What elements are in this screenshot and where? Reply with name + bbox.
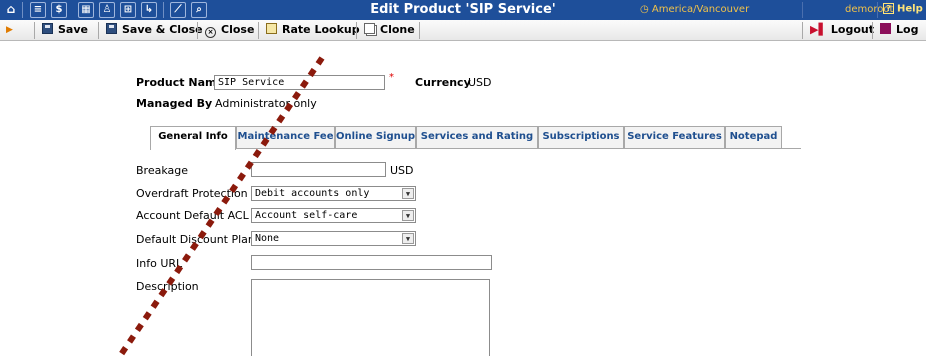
rate-lookup-button[interactable]: Rate Lookup: [266, 20, 360, 41]
tab-maintenance-fee[interactable]: Maintenance Fee: [236, 126, 335, 149]
logout-button[interactable]: ▶▌ Logout: [810, 20, 874, 41]
currency-value: USD: [468, 76, 492, 89]
chart-icon[interactable]: ⟋: [170, 2, 186, 18]
search-icon[interactable]: ⌕: [191, 2, 207, 18]
rate-lookup-label: Rate Lookup: [282, 23, 360, 36]
breakage-field[interactable]: [251, 162, 386, 177]
save-close-button[interactable]: Save & Close: [106, 20, 203, 41]
tab-general-info[interactable]: General Info: [150, 126, 236, 150]
top-bar: ⌂ ≡ $ ▦ ♙ ⊞ ↳ ⟋ ⌕ Edit Product 'SIP Serv…: [0, 0, 926, 20]
overdraft-protection-label: Overdraft Protection: [136, 187, 248, 200]
help-label: Help: [897, 3, 923, 15]
managed-by-value: Administrator only: [215, 97, 317, 110]
tab-underline-end: [782, 148, 801, 149]
divider: [197, 22, 198, 39]
help-link[interactable]: ? Help: [883, 3, 923, 15]
timezone-label: America/Vancouver: [651, 4, 750, 15]
page-title: Edit Product 'SIP Service': [370, 2, 556, 17]
product-name-label: Product Name: [136, 76, 224, 89]
tab-services-and-rating[interactable]: Services and Rating: [416, 126, 538, 149]
chevron-down-icon: ▼: [402, 210, 414, 221]
tab-notepad[interactable]: Notepad: [725, 126, 782, 149]
divider: [98, 22, 99, 39]
account-default-acl-label: Account Default ACL: [136, 209, 249, 222]
description-label: Description: [136, 280, 199, 293]
divider: [258, 22, 259, 39]
save-icon: [42, 23, 53, 34]
divider: [34, 22, 35, 39]
clone-icon: [364, 23, 375, 34]
save-close-icon: [106, 23, 117, 34]
clone-label: Clone: [380, 23, 415, 36]
divider: [163, 2, 164, 18]
chevron-down-icon: ▼: [402, 188, 414, 199]
logout-label: Logout: [830, 23, 875, 36]
divider: [419, 22, 420, 39]
tab-underline: [236, 148, 801, 149]
divider: [802, 22, 803, 39]
product-name-field[interactable]: [214, 75, 385, 90]
overdraft-protection-value: Debit accounts only: [255, 188, 370, 199]
log-icon: [880, 23, 891, 34]
divider: [872, 22, 873, 39]
dollar-icon[interactable]: $: [51, 2, 67, 18]
description-field[interactable]: [251, 279, 490, 356]
account-default-acl-value: Account self-care: [255, 210, 358, 221]
close-button[interactable]: × Close: [205, 20, 254, 41]
tab-subscriptions[interactable]: Subscriptions: [538, 126, 624, 149]
person-icon[interactable]: ♙: [99, 2, 115, 18]
divider: [802, 2, 803, 18]
clone-button[interactable]: Clone: [364, 20, 415, 41]
divider: [877, 2, 878, 18]
log-button[interactable]: Log: [880, 20, 918, 41]
help-icon: ?: [883, 3, 894, 14]
overdraft-protection-select[interactable]: Debit accounts only ▼: [251, 186, 416, 201]
list-icon[interactable]: ≡: [30, 2, 46, 18]
close-label: Close: [221, 23, 255, 36]
logout-icon: ▶▌: [810, 23, 827, 36]
chevron-down-icon: ▼: [402, 233, 414, 244]
default-discount-plan-label: Default Discount Plan: [136, 233, 255, 246]
breakage-unit: USD: [390, 164, 414, 177]
tab-online-signup[interactable]: Online Signup: [335, 126, 416, 149]
log-label: Log: [896, 23, 919, 36]
tab-service-features[interactable]: Service Features: [624, 126, 725, 149]
managed-by-label: Managed By: [136, 97, 213, 110]
account-default-acl-select[interactable]: Account self-care ▼: [251, 208, 416, 223]
info-url-label: Info URL: [136, 257, 183, 270]
default-discount-plan-select[interactable]: None ▼: [251, 231, 416, 246]
network-icon[interactable]: ⊞: [120, 2, 136, 18]
save-label: Save: [58, 23, 88, 36]
breakage-label: Breakage: [136, 164, 189, 177]
default-discount-plan-value: None: [255, 233, 280, 244]
close-icon: ×: [205, 27, 216, 38]
toolbar: ▶ Save Save & Close × Close Rate Lookup C…: [0, 20, 926, 41]
divider: [356, 22, 357, 39]
import-icon[interactable]: ↳: [141, 2, 157, 18]
divider: [22, 2, 23, 18]
timezone-link[interactable]: ◷ America/Vancouver: [640, 4, 749, 15]
home-icon[interactable]: ⌂: [3, 2, 19, 18]
info-url-field[interactable]: [251, 255, 492, 270]
save-button[interactable]: Save: [42, 20, 88, 41]
toolbar-arrow-icon: ▶: [6, 25, 13, 35]
grid-icon[interactable]: ▦: [78, 2, 94, 18]
rate-lookup-icon: [266, 23, 277, 34]
currency-label: Currency: [415, 76, 471, 89]
required-marker: *: [389, 72, 394, 83]
save-close-label: Save & Close: [122, 23, 203, 36]
